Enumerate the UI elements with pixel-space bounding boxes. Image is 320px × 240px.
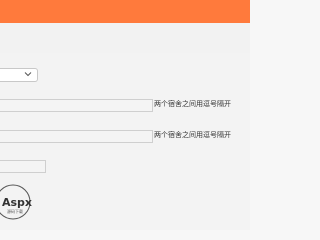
text-field-2[interactable] [0, 130, 153, 143]
logo-text: Aspx [2, 196, 32, 209]
top-header-bar [0, 0, 250, 23]
field-2-hint: 两个宿舍之间用逗号隔开 [154, 131, 231, 139]
chevron-down-icon [24, 72, 32, 77]
logo-subtext: 源码下载 [7, 208, 23, 214]
dropdown-select[interactable] [0, 68, 38, 82]
header-row [0, 23, 250, 53]
field-1-hint: 两个宿舍之间用逗号隔开 [154, 100, 231, 108]
short-text-field[interactable] [0, 160, 46, 173]
text-field-1[interactable] [0, 99, 153, 112]
logo: Aspx 源码下载 [0, 184, 32, 220]
